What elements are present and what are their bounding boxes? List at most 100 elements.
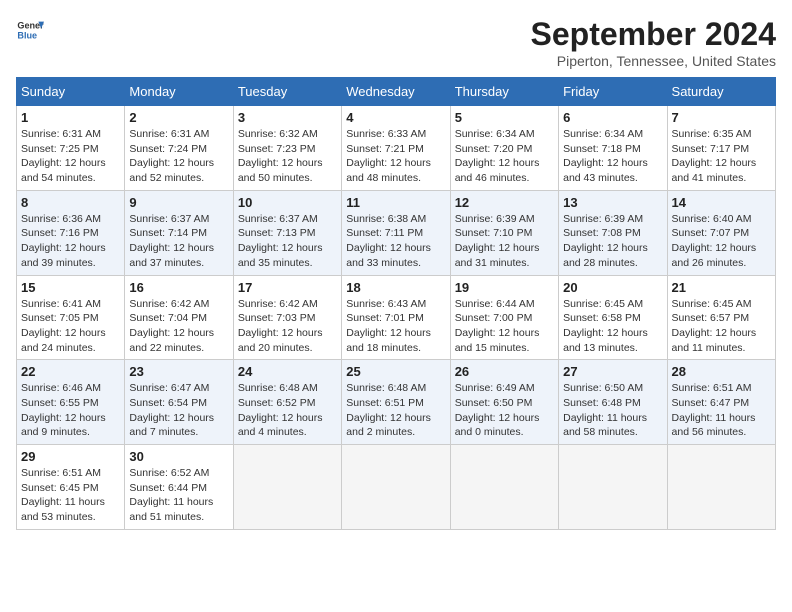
table-row: 25 Sunrise: 6:48 AM Sunset: 6:51 PM Dayli… — [342, 360, 450, 445]
day-info: Sunrise: 6:38 AM Sunset: 7:11 PM Dayligh… — [346, 212, 445, 271]
svg-text:Blue: Blue — [17, 30, 37, 40]
day-info: Sunrise: 6:42 AM Sunset: 7:03 PM Dayligh… — [238, 297, 337, 356]
table-row: 29 Sunrise: 6:51 AM Sunset: 6:45 PM Dayli… — [17, 445, 125, 530]
title-block: September 2024 Piperton, Tennessee, Unit… — [531, 16, 776, 69]
day-info: Sunrise: 6:46 AM Sunset: 6:55 PM Dayligh… — [21, 381, 120, 440]
day-number: 22 — [21, 364, 120, 379]
day-number: 16 — [129, 280, 228, 295]
day-number: 23 — [129, 364, 228, 379]
day-info: Sunrise: 6:32 AM Sunset: 7:23 PM Dayligh… — [238, 127, 337, 186]
table-row: 18Sunrise: 6:43 AM Sunset: 7:01 PM Dayli… — [342, 275, 450, 360]
day-info: Sunrise: 6:31 AM Sunset: 7:25 PM Dayligh… — [21, 127, 120, 186]
table-row: 23 Sunrise: 6:47 AM Sunset: 6:54 PM Dayli… — [125, 360, 233, 445]
logo-icon: General Blue — [16, 16, 44, 44]
day-info: Sunrise: 6:44 AM Sunset: 7:00 PM Dayligh… — [455, 297, 554, 356]
table-row: 22 Sunrise: 6:46 AM Sunset: 6:55 PM Dayli… — [17, 360, 125, 445]
table-row: 3 Sunrise: 6:32 AM Sunset: 7:23 PM Daylig… — [233, 106, 341, 191]
calendar-week-row: 29 Sunrise: 6:51 AM Sunset: 6:45 PM Dayli… — [17, 445, 776, 530]
day-info: Sunrise: 6:45 AM Sunset: 6:58 PM Dayligh… — [563, 297, 662, 356]
day-number: 17 — [238, 280, 337, 295]
table-row: 19Sunrise: 6:44 AM Sunset: 7:00 PM Dayli… — [450, 275, 558, 360]
day-info: Sunrise: 6:45 AM Sunset: 6:57 PM Dayligh… — [672, 297, 771, 356]
table-row: 10 Sunrise: 6:37 AM Sunset: 7:13 PM Dayli… — [233, 190, 341, 275]
month-title: September 2024 — [531, 16, 776, 53]
day-info: Sunrise: 6:47 AM Sunset: 6:54 PM Dayligh… — [129, 381, 228, 440]
calendar-week-row: 22 Sunrise: 6:46 AM Sunset: 6:55 PM Dayli… — [17, 360, 776, 445]
calendar-table: Sunday Monday Tuesday Wednesday Thursday… — [16, 77, 776, 530]
header-friday: Friday — [559, 78, 667, 106]
day-number: 6 — [563, 110, 662, 125]
table-row: 21 Sunrise: 6:45 AM Sunset: 6:57 PM Dayli… — [667, 275, 775, 360]
calendar-week-row: 1 Sunrise: 6:31 AM Sunset: 7:25 PM Daylig… — [17, 106, 776, 191]
logo: General Blue — [16, 16, 44, 44]
day-number: 8 — [21, 195, 120, 210]
day-number: 9 — [129, 195, 228, 210]
table-row: 9Sunrise: 6:37 AM Sunset: 7:14 PM Daylig… — [125, 190, 233, 275]
calendar-week-row: 8Sunrise: 6:36 AM Sunset: 7:16 PM Daylig… — [17, 190, 776, 275]
day-info: Sunrise: 6:52 AM Sunset: 6:44 PM Dayligh… — [129, 466, 228, 525]
table-row: 6 Sunrise: 6:34 AM Sunset: 7:18 PM Daylig… — [559, 106, 667, 191]
table-row: 4 Sunrise: 6:33 AM Sunset: 7:21 PM Daylig… — [342, 106, 450, 191]
table-row — [233, 445, 341, 530]
day-number: 28 — [672, 364, 771, 379]
day-info: Sunrise: 6:39 AM Sunset: 7:10 PM Dayligh… — [455, 212, 554, 271]
day-number: 1 — [21, 110, 120, 125]
day-number: 3 — [238, 110, 337, 125]
header-tuesday: Tuesday — [233, 78, 341, 106]
table-row: 24 Sunrise: 6:48 AM Sunset: 6:52 PM Dayli… — [233, 360, 341, 445]
table-row: 30 Sunrise: 6:52 AM Sunset: 6:44 PM Dayli… — [125, 445, 233, 530]
day-number: 30 — [129, 449, 228, 464]
table-row: 12 Sunrise: 6:39 AM Sunset: 7:10 PM Dayli… — [450, 190, 558, 275]
table-row: 2 Sunrise: 6:31 AM Sunset: 7:24 PM Daylig… — [125, 106, 233, 191]
table-row: 7Sunrise: 6:35 AM Sunset: 7:17 PM Daylig… — [667, 106, 775, 191]
day-number: 4 — [346, 110, 445, 125]
day-number: 12 — [455, 195, 554, 210]
table-row: 26Sunrise: 6:49 AM Sunset: 6:50 PM Dayli… — [450, 360, 558, 445]
day-info: Sunrise: 6:33 AM Sunset: 7:21 PM Dayligh… — [346, 127, 445, 186]
table-row: 8Sunrise: 6:36 AM Sunset: 7:16 PM Daylig… — [17, 190, 125, 275]
day-number: 27 — [563, 364, 662, 379]
day-number: 29 — [21, 449, 120, 464]
day-info: Sunrise: 6:40 AM Sunset: 7:07 PM Dayligh… — [672, 212, 771, 271]
header-wednesday: Wednesday — [342, 78, 450, 106]
table-row — [559, 445, 667, 530]
day-info: Sunrise: 6:43 AM Sunset: 7:01 PM Dayligh… — [346, 297, 445, 356]
day-number: 25 — [346, 364, 445, 379]
table-row: 20 Sunrise: 6:45 AM Sunset: 6:58 PM Dayli… — [559, 275, 667, 360]
calendar-week-row: 15 Sunrise: 6:41 AM Sunset: 7:05 PM Dayli… — [17, 275, 776, 360]
day-info: Sunrise: 6:50 AM Sunset: 6:48 PM Dayligh… — [563, 381, 662, 440]
table-row: 14 Sunrise: 6:40 AM Sunset: 7:07 PM Dayli… — [667, 190, 775, 275]
table-row — [450, 445, 558, 530]
day-number: 10 — [238, 195, 337, 210]
day-info: Sunrise: 6:34 AM Sunset: 7:18 PM Dayligh… — [563, 127, 662, 186]
day-number: 21 — [672, 280, 771, 295]
day-number: 2 — [129, 110, 228, 125]
day-number: 15 — [21, 280, 120, 295]
table-row — [667, 445, 775, 530]
day-number: 5 — [455, 110, 554, 125]
day-info: Sunrise: 6:41 AM Sunset: 7:05 PM Dayligh… — [21, 297, 120, 356]
header-saturday: Saturday — [667, 78, 775, 106]
day-number: 11 — [346, 195, 445, 210]
day-number: 14 — [672, 195, 771, 210]
table-row — [342, 445, 450, 530]
day-number: 24 — [238, 364, 337, 379]
day-info: Sunrise: 6:48 AM Sunset: 6:51 PM Dayligh… — [346, 381, 445, 440]
day-info: Sunrise: 6:48 AM Sunset: 6:52 PM Dayligh… — [238, 381, 337, 440]
day-number: 20 — [563, 280, 662, 295]
page-header: General Blue September 2024 Piperton, Te… — [16, 16, 776, 69]
table-row: 28Sunrise: 6:51 AM Sunset: 6:47 PM Dayli… — [667, 360, 775, 445]
location: Piperton, Tennessee, United States — [531, 53, 776, 69]
table-row: 27 Sunrise: 6:50 AM Sunset: 6:48 PM Dayli… — [559, 360, 667, 445]
header-sunday: Sunday — [17, 78, 125, 106]
table-row: 15 Sunrise: 6:41 AM Sunset: 7:05 PM Dayli… — [17, 275, 125, 360]
day-info: Sunrise: 6:42 AM Sunset: 7:04 PM Dayligh… — [129, 297, 228, 356]
day-info: Sunrise: 6:37 AM Sunset: 7:13 PM Dayligh… — [238, 212, 337, 271]
calendar-header-row: Sunday Monday Tuesday Wednesday Thursday… — [17, 78, 776, 106]
table-row: 5Sunrise: 6:34 AM Sunset: 7:20 PM Daylig… — [450, 106, 558, 191]
table-row: 13Sunrise: 6:39 AM Sunset: 7:08 PM Dayli… — [559, 190, 667, 275]
day-info: Sunrise: 6:51 AM Sunset: 6:45 PM Dayligh… — [21, 466, 120, 525]
day-info: Sunrise: 6:31 AM Sunset: 7:24 PM Dayligh… — [129, 127, 228, 186]
day-number: 7 — [672, 110, 771, 125]
table-row: 17 Sunrise: 6:42 AM Sunset: 7:03 PM Dayli… — [233, 275, 341, 360]
